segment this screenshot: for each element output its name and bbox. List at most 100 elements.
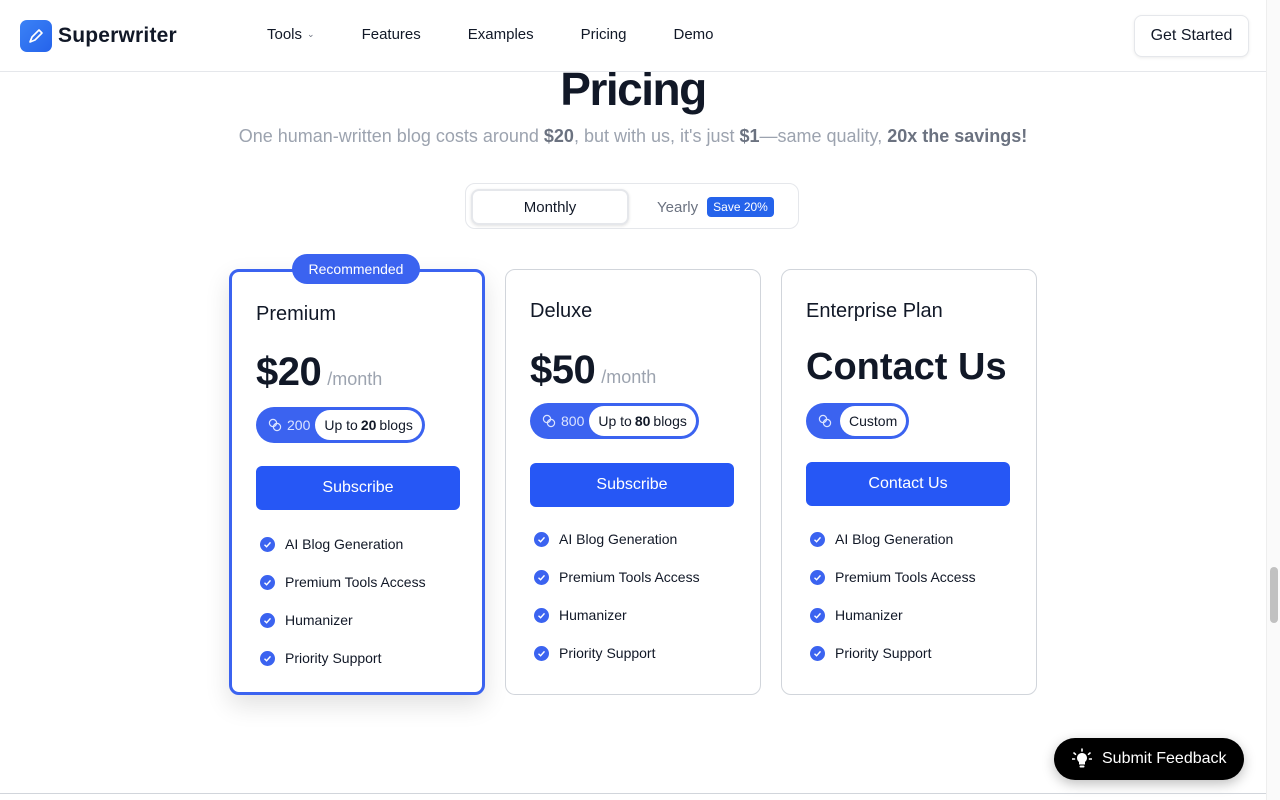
credits-pill: 200 Up to 20 blogs <box>256 407 425 443</box>
feature-item: Priority Support <box>810 634 976 672</box>
check-icon <box>534 645 549 661</box>
feature-item: Humanizer <box>260 601 426 639</box>
section-divider <box>0 793 1266 794</box>
subtitle-emphasis: $20 <box>543 126 574 146</box>
blogs-suffix: blogs <box>653 413 687 429</box>
nav-link-label: Pricing <box>580 26 627 43</box>
navbar: Superwriter Tools ⌄ Features Examples Pr… <box>0 0 1266 72</box>
feature-item: AI Blog Generation <box>810 520 976 558</box>
feature-list: AI Blog Generation Premium Tools Access … <box>810 520 976 672</box>
custom-pill: Custom <box>840 406 907 436</box>
feature-list: AI Blog Generation Premium Tools Access … <box>534 520 700 672</box>
contact-us-button[interactable]: Contact Us <box>806 462 1010 506</box>
blogs-pill: Up to 80 blogs <box>589 406 696 436</box>
pricing-subtitle: One human-written blog costs around $20,… <box>0 126 1266 147</box>
coins-icon <box>809 414 840 428</box>
feature-label: Premium Tools Access <box>835 569 976 585</box>
plan-card-premium: Premium $20 /month 200 Up to 20 blogs Su… <box>229 269 485 695</box>
feature-label: Premium Tools Access <box>559 569 700 585</box>
lightbulb-icon <box>1072 748 1092 768</box>
check-icon <box>260 650 275 666</box>
feature-item: Premium Tools Access <box>534 558 700 596</box>
nav-link-features[interactable]: Features <box>362 26 421 43</box>
feature-label: Priority Support <box>285 650 382 666</box>
feature-label: Priority Support <box>835 645 932 661</box>
nav-link-pricing[interactable]: Pricing <box>581 26 627 43</box>
toggle-yearly-label: Yearly <box>657 198 699 216</box>
price-row: $50 /month <box>530 348 656 393</box>
feature-label: AI Blog Generation <box>559 531 678 547</box>
subscribe-button[interactable]: Subscribe <box>256 466 460 510</box>
feature-label: Humanizer <box>559 607 627 623</box>
credits-count: 800 <box>533 413 589 429</box>
blogs-pill: Up to 20 blogs <box>315 410 422 440</box>
plan-name: Enterprise Plan <box>806 300 943 322</box>
billing-toggle: Monthly Yearly Save 20% <box>465 183 799 229</box>
subtitle-text: One human-written blog costs around <box>238 126 544 146</box>
nav-link-tools[interactable]: Tools ⌄ <box>267 26 315 43</box>
check-icon <box>260 612 275 628</box>
check-icon <box>810 569 825 585</box>
feature-label: AI Blog Generation <box>835 531 954 547</box>
toggle-monthly[interactable]: Monthly <box>471 189 629 225</box>
plan-price: Contact Us <box>806 346 1007 388</box>
feature-item: AI Blog Generation <box>534 520 700 558</box>
subtitle-emphasis: $1 <box>739 126 760 146</box>
feature-item: Premium Tools Access <box>810 558 976 596</box>
plan-price: $50 <box>530 348 596 392</box>
check-icon <box>534 531 549 547</box>
scrollbar[interactable] <box>1266 0 1280 800</box>
feature-item: Priority Support <box>534 634 700 672</box>
check-icon <box>810 607 825 623</box>
plan-period: /month <box>601 367 657 387</box>
subtitle-text: , but with us, it's just <box>573 126 740 146</box>
price-row: $20 /month <box>256 350 382 395</box>
feedback-label: Submit Feedback <box>1102 750 1227 767</box>
coins-icon <box>268 418 282 432</box>
check-icon <box>810 531 825 547</box>
coins-icon <box>542 414 556 428</box>
nav-link-demo[interactable]: Demo <box>674 26 714 43</box>
plan-card-enterprise: Enterprise Plan Contact Us Custom Contac… <box>781 269 1037 695</box>
nav-link-examples[interactable]: Examples <box>468 26 534 43</box>
feature-label: Humanizer <box>835 607 903 623</box>
feature-label: Priority Support <box>559 645 656 661</box>
submit-feedback-button[interactable]: Submit Feedback <box>1054 738 1244 780</box>
chevron-down-icon: ⌄ <box>307 29 315 39</box>
nav-link-label: Tools <box>267 26 303 43</box>
nav-link-label: Features <box>361 26 421 43</box>
check-icon <box>534 607 549 623</box>
recommended-badge: Recommended <box>292 254 420 284</box>
feature-item: Humanizer <box>534 596 700 634</box>
feature-label: AI Blog Generation <box>285 536 404 552</box>
scrollbar-thumb[interactable] <box>1270 567 1278 623</box>
blogs-suffix: blogs <box>379 417 413 433</box>
feature-item: AI Blog Generation <box>260 525 426 563</box>
check-icon <box>810 645 825 661</box>
credits-value: 800 <box>561 413 585 429</box>
feature-label: Humanizer <box>285 612 353 628</box>
check-icon <box>260 536 275 552</box>
feature-item: Priority Support <box>260 639 426 677</box>
nav-link-label: Examples <box>467 26 534 43</box>
plan-name: Premium <box>256 303 337 325</box>
toggle-yearly[interactable]: Yearly Save 20% <box>657 197 774 217</box>
main-nav: Tools ⌄ Features Examples Pricing Demo <box>267 26 714 43</box>
check-icon <box>534 569 549 585</box>
save-badge: Save 20% <box>707 197 774 217</box>
blogs-prefix: Up to <box>598 413 632 429</box>
check-icon <box>260 574 275 590</box>
feature-item: Premium Tools Access <box>260 563 426 601</box>
feature-list: AI Blog Generation Premium Tools Access … <box>260 525 426 677</box>
plan-card-deluxe: Deluxe $50 /month 800 Up to 80 blogs Sub… <box>505 269 761 695</box>
subscribe-button[interactable]: Subscribe <box>530 463 734 507</box>
credits-pill: Custom <box>806 403 910 439</box>
logo[interactable]: Superwriter <box>20 20 177 52</box>
plan-price: $20 <box>256 350 322 394</box>
get-started-button[interactable]: Get Started <box>1134 15 1249 57</box>
feature-item: Humanizer <box>810 596 976 634</box>
nav-link-label: Demo <box>673 26 714 43</box>
blogs-count: 80 <box>634 413 651 429</box>
credits-value: 200 <box>287 417 311 433</box>
feature-label: Premium Tools Access <box>285 574 426 590</box>
